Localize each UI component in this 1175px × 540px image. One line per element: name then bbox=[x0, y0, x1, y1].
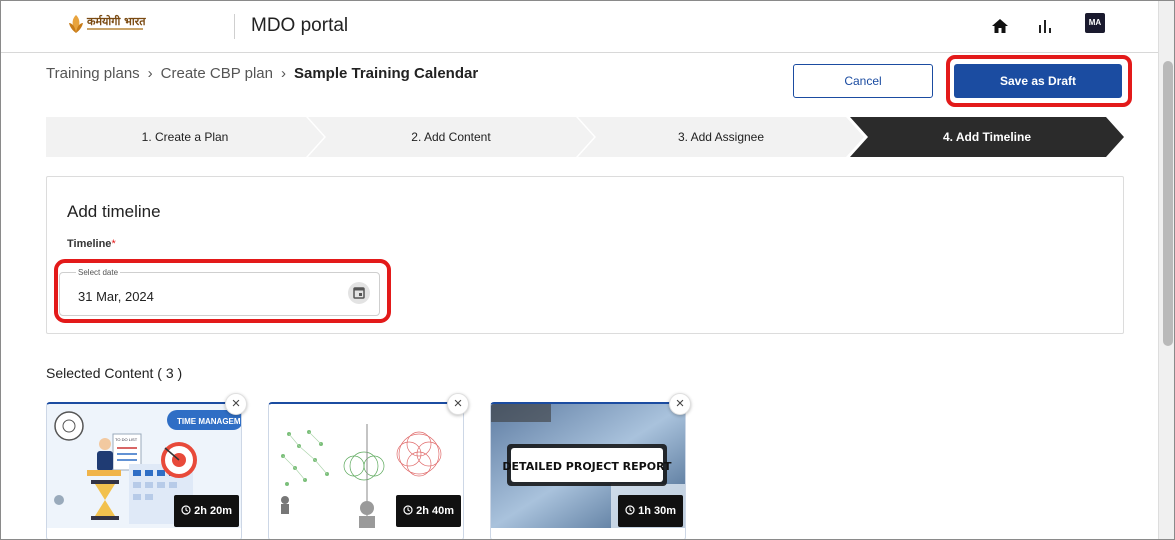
content-card[interactable]: TIME MANAGEM TO DO LIST 2h 20m bbox=[46, 402, 242, 539]
duration-badge: 1h 30m bbox=[618, 495, 683, 527]
breadcrumb-training-plans[interactable]: Training plans bbox=[46, 65, 140, 82]
thumb-banner-text: TIME MANAGEM bbox=[177, 417, 241, 426]
clock-icon bbox=[403, 505, 413, 515]
divider bbox=[234, 14, 235, 39]
close-icon: × bbox=[675, 395, 685, 412]
remove-content-button[interactable]: × bbox=[225, 393, 247, 415]
clock-icon bbox=[625, 505, 635, 515]
duration-badge: 2h 40m bbox=[396, 495, 461, 527]
analytics-icon[interactable] bbox=[1036, 17, 1054, 35]
scrollbar-thumb[interactable] bbox=[1163, 61, 1173, 346]
thumb-todo-text: TO DO LIST bbox=[115, 437, 138, 442]
breadcrumb-separator: › bbox=[147, 65, 153, 82]
timeline-label-text: Timeline bbox=[67, 238, 112, 250]
duration-text: 2h 40m bbox=[416, 505, 454, 517]
duration-text: 1h 30m bbox=[638, 505, 676, 517]
logo-emblem-icon bbox=[69, 15, 83, 33]
close-icon: × bbox=[453, 395, 463, 412]
highlight-box-save bbox=[946, 55, 1132, 107]
breadcrumb: Training plans › Create CBP plan › Sample Tr… bbox=[46, 65, 478, 82]
content-thumbnail: DETAILED PROJECT REPORT 1h 30m bbox=[491, 404, 685, 528]
step-label: 4. Add Timeline bbox=[942, 130, 1032, 144]
remove-content-button[interactable]: × bbox=[669, 393, 691, 415]
breadcrumb-separator: › bbox=[280, 65, 286, 82]
required-mark: * bbox=[111, 238, 116, 250]
breadcrumb-create-cbp-plan[interactable]: Create CBP plan bbox=[161, 65, 273, 82]
step-label: 1. Create a Plan bbox=[141, 130, 229, 144]
remove-content-button[interactable]: × bbox=[447, 393, 469, 415]
step-add-timeline[interactable]: 4. Add Timeline bbox=[850, 117, 1124, 157]
duration-badge: 2h 20m bbox=[174, 495, 239, 527]
content-card[interactable]: DETAILED PROJECT REPORT 1h 30m bbox=[490, 402, 686, 539]
home-icon[interactable] bbox=[991, 17, 1009, 35]
content-thumbnail: 2h 40m bbox=[269, 404, 463, 528]
avatar[interactable]: MA bbox=[1085, 13, 1105, 33]
highlight-box-date bbox=[54, 259, 391, 323]
step-add-assignee[interactable]: 3. Add Assignee bbox=[578, 117, 864, 157]
duration-text: 2h 20m bbox=[194, 505, 232, 517]
logo-underline bbox=[87, 28, 143, 30]
content-thumbnail: TIME MANAGEM TO DO LIST 2h 20m bbox=[47, 404, 241, 528]
stepper: 1. Create a Plan 2. Add Content 3. Add A… bbox=[46, 117, 1124, 157]
karmayogi-logo[interactable]: कर्मयोगी भारत bbox=[67, 13, 157, 37]
logo-text: कर्मयोगी भारत bbox=[87, 15, 146, 28]
step-label: 3. Add Assignee bbox=[677, 130, 765, 144]
selected-content-title: Selected Content ( 3 ) bbox=[46, 365, 183, 381]
card-title: Add timeline bbox=[67, 202, 161, 221]
step-add-content[interactable]: 2. Add Content bbox=[308, 117, 594, 157]
clock-icon bbox=[181, 505, 191, 515]
vertical-scrollbar[interactable] bbox=[1158, 1, 1174, 539]
portal-title: MDO portal bbox=[251, 15, 349, 36]
cancel-button[interactable]: Cancel bbox=[793, 64, 933, 98]
thumb-title-text: DETAILED PROJECT REPORT bbox=[502, 460, 672, 473]
close-icon: × bbox=[231, 395, 241, 412]
breadcrumb-current: Sample Training Calendar bbox=[293, 65, 479, 82]
step-create-plan[interactable]: 1. Create a Plan bbox=[46, 117, 324, 157]
timeline-label: Timeline* bbox=[67, 238, 116, 250]
content-card[interactable]: 2h 40m bbox=[268, 402, 464, 539]
top-navigation-bar: कर्मयोगी भारत MDO portal MA bbox=[1, 1, 1158, 53]
step-label: 2. Add Content bbox=[411, 130, 491, 144]
app-window: कर्मयोगी भारत MDO portal MA Training pla… bbox=[0, 0, 1175, 540]
